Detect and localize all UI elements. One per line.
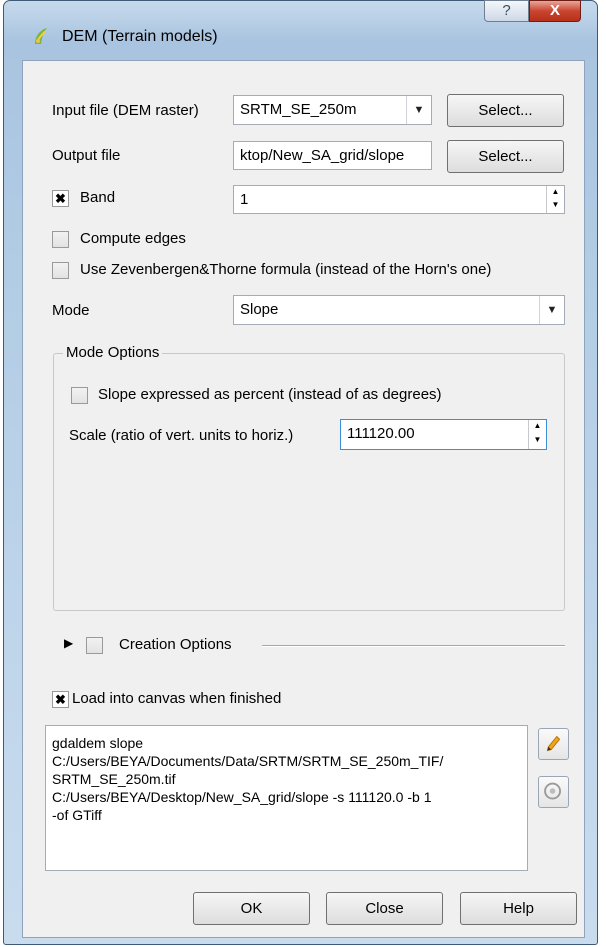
spin-down-icon[interactable]: ▼ [528,434,546,449]
band-value: 1 [240,191,249,208]
output-select-button[interactable]: Select... [447,140,564,173]
reset-command-button[interactable] [538,776,569,808]
spin-down-icon[interactable]: ▼ [546,199,564,213]
input-file-value: SRTM_SE_250m [240,101,357,118]
reset-icon [544,782,561,800]
creation-options-divider [262,645,565,647]
zevenbergen-checkbox[interactable] [52,262,69,279]
compute-edges-label: Compute edges [80,230,186,247]
expand-triangle-icon[interactable]: ▶ [64,636,73,650]
percent-checkbox[interactable] [71,387,88,404]
load-canvas-checkbox[interactable]: ✖ [52,691,69,708]
edit-pencil-icon [546,735,561,752]
mode-combo[interactable]: Slope ▼ [233,295,565,325]
creation-options-checkbox[interactable] [86,637,103,654]
edit-command-button[interactable] [538,728,569,760]
help-button[interactable]: Help [460,892,577,925]
zevenbergen-label: Use Zevenbergen&Thorne formula (instead … [80,261,492,278]
chevron-down-icon[interactable]: ▼ [539,296,564,324]
mode-label: Mode [52,302,90,319]
compute-edges-checkbox[interactable] [52,231,69,248]
band-label: Band [80,189,116,206]
band-spinbox[interactable]: 1 ▲ ▼ [233,185,565,214]
scale-label: Scale (ratio of vert. units to horiz.) [69,427,294,444]
ok-button[interactable]: OK [193,892,310,925]
title-help-button[interactable]: ? [484,0,529,22]
spin-up-icon[interactable]: ▲ [528,420,546,434]
mode-options-title: Mode Options [63,344,163,361]
spin-up-icon[interactable]: ▲ [546,186,564,199]
qgis-icon [35,28,47,44]
mode-value: Slope [240,301,279,318]
command-text-area[interactable]: gdaldem slope C:/Users/BEYA/Documents/Da… [45,725,528,871]
scale-spinbox[interactable]: 111120.00 ▲ ▼ [340,419,547,450]
output-file-field[interactable]: ktop/New_SA_grid/slope [233,141,432,170]
load-canvas-label: Load into canvas when finished [72,690,282,707]
close-icon: X [549,2,560,19]
output-file-label: Output file [52,147,121,164]
help-icon: ? [502,2,511,19]
scale-value: 111120.00 [347,425,415,442]
band-checkbox[interactable]: ✖ [52,190,69,207]
input-file-combo[interactable]: SRTM_SE_250m ▼ [233,95,432,125]
chevron-down-icon[interactable]: ▼ [406,96,431,124]
title-close-button[interactable]: X [529,0,581,22]
input-select-button[interactable]: Select... [447,94,564,127]
close-button[interactable]: Close [326,892,443,925]
creation-options-label: Creation Options [119,636,232,653]
window-title: DEM (Terrain models) [62,28,218,45]
percent-label: Slope expressed as percent (instead of a… [98,386,442,403]
input-file-label: Input file (DEM raster) [52,102,199,119]
